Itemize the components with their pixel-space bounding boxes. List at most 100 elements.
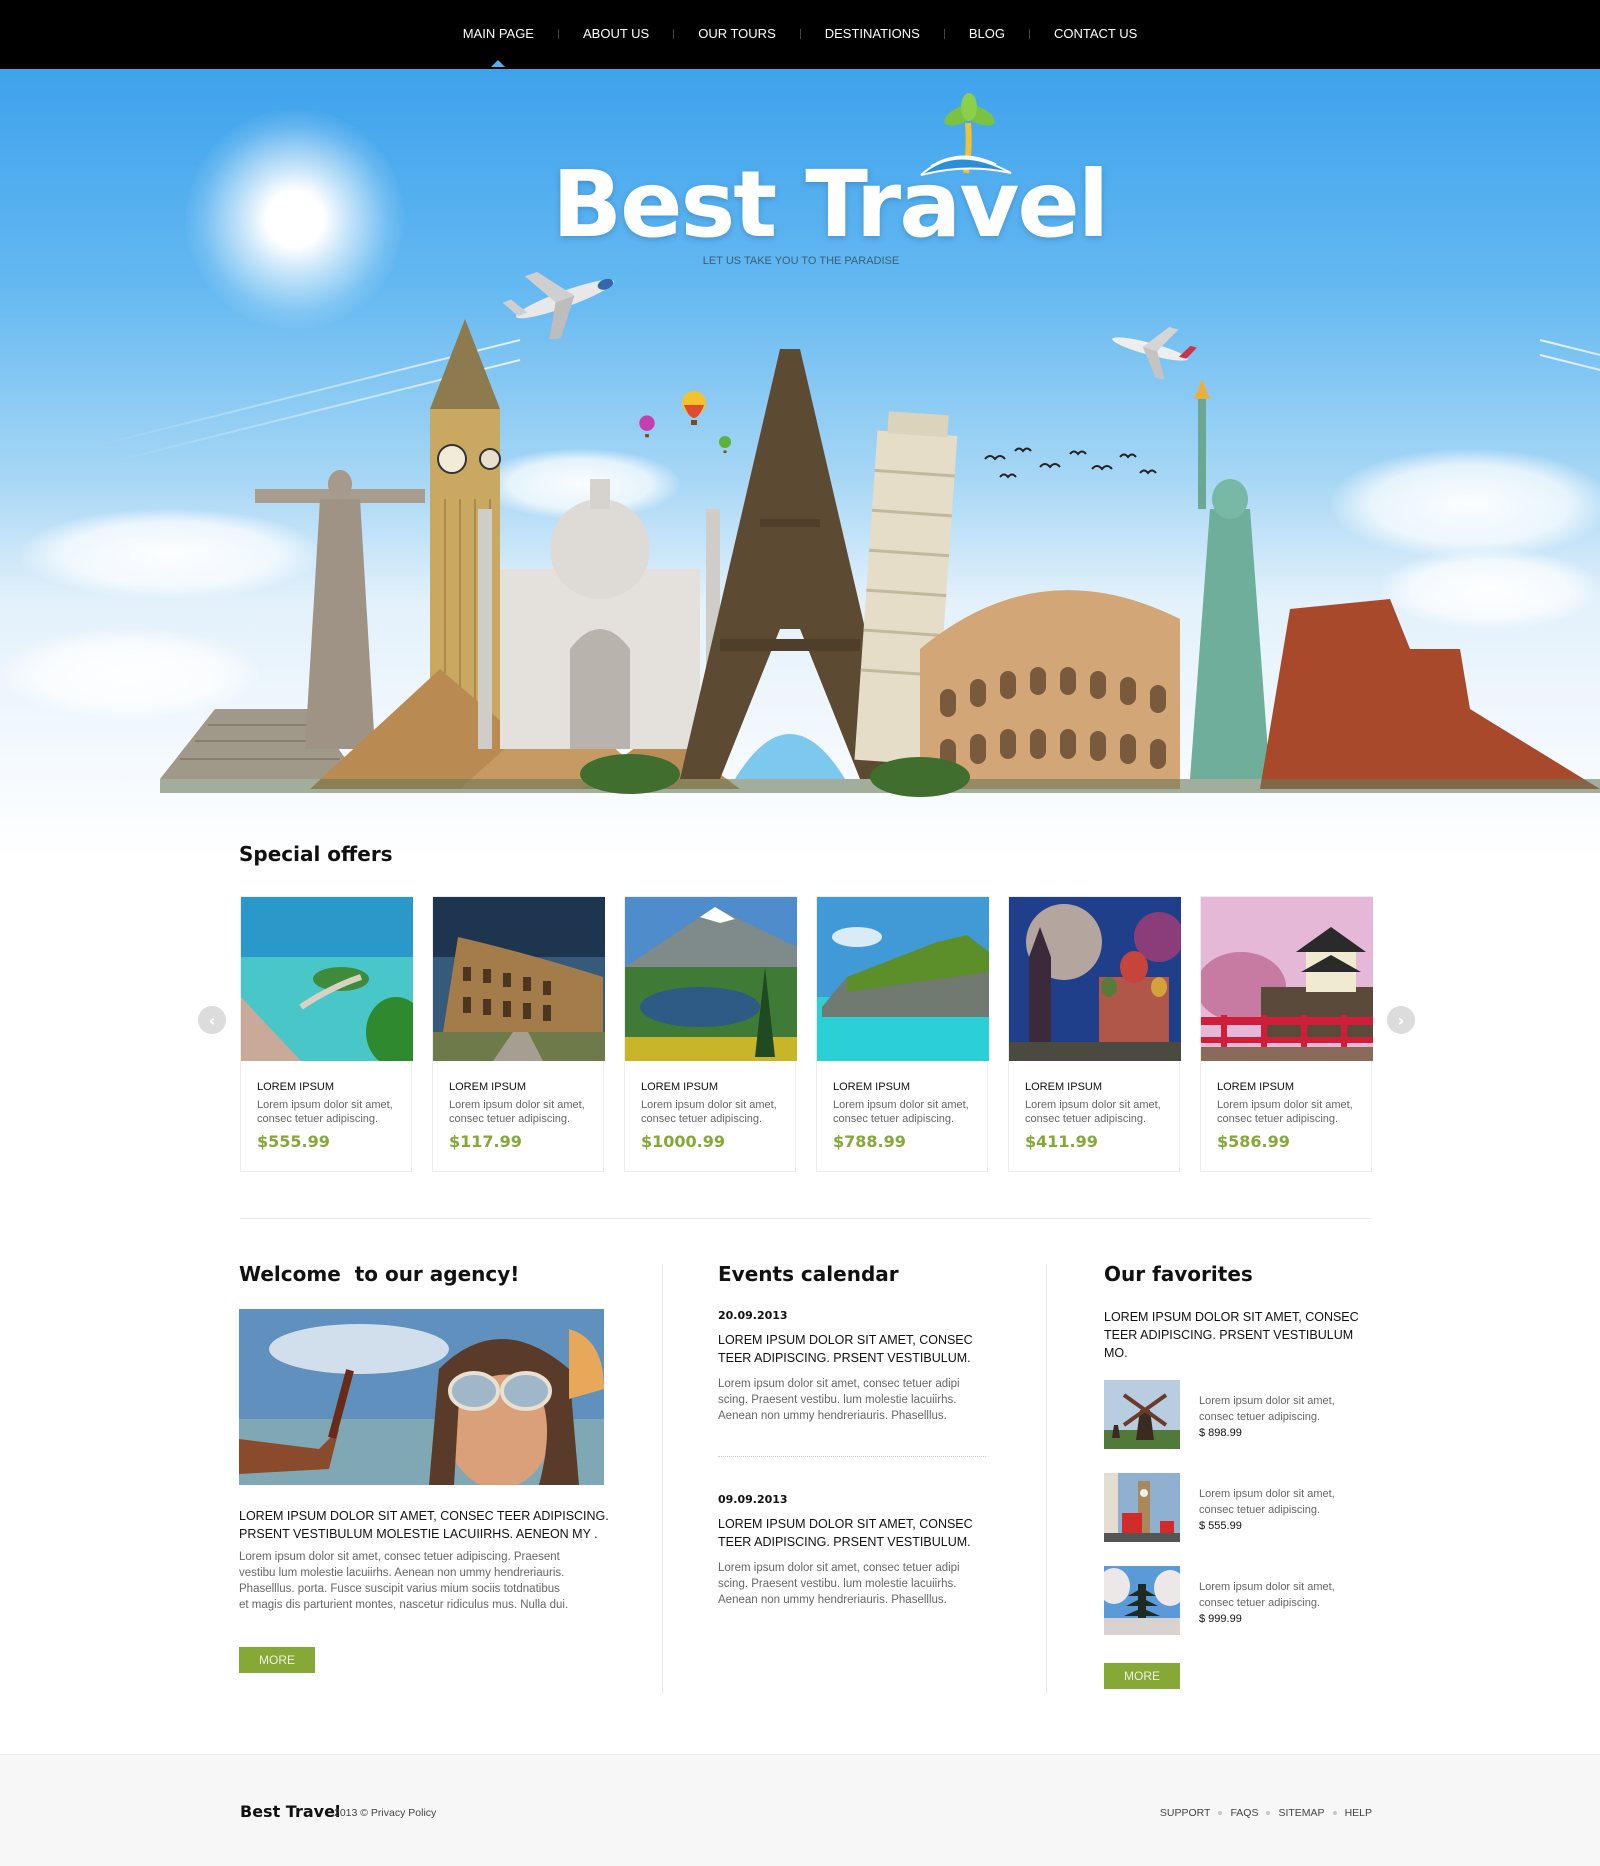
hero-banner: Best Travel LET US TAKE YOU TO THE PARAD… (0, 69, 1600, 929)
offer-image-colosseum (433, 897, 605, 1061)
favorite-description: consec tetuer adipiscing. (1199, 1504, 1321, 1516)
event-caps-line: TEER ADIPISCING. PRSENT VESTIBULUM. (718, 1351, 971, 1365)
footer-link-separator (1266, 1811, 1271, 1815)
offer-card[interactable]: LOREM IPSUM Lorem ipsum dolor sit amet, … (624, 896, 797, 1172)
favorites-section: Our favorites LOREM IPSUM DOLOR SIT AMET… (1104, 1262, 1374, 1689)
tagline: LET US TAKE YOU TO THE PARADISE (702, 255, 900, 267)
welcome-paragraph-line: vestibu lum molestie lacuiirhs. Aenean n… (239, 1567, 565, 1579)
event-description: Lorem ipsum dolor sit amet, consec tetue… (718, 1376, 1018, 1424)
favorites-caps-line: TEER ADIPISCING. PRSENT VESTIBULUM MO. (1104, 1328, 1354, 1360)
footer-link-help[interactable]: HELP (1345, 1807, 1372, 1819)
nav-blog[interactable]: BLOG (945, 26, 1029, 41)
footer-link-separator (1218, 1811, 1223, 1815)
offer-image-tropical-resort (241, 897, 413, 1061)
carousel-prev-button[interactable]: ‹ (198, 1006, 226, 1034)
offer-title: LOREM IPSUM (257, 1081, 335, 1093)
footer-links: SUPPORT FAQS SITEMAP HELP (1160, 1807, 1372, 1819)
offer-card[interactable]: LOREM IPSUM Lorem ipsum dolor sit amet, … (1200, 896, 1373, 1172)
nav-about-us[interactable]: ABOUT US (559, 26, 673, 41)
offer-card[interactable]: LOREM IPSUM Lorem ipsum dolor sit amet, … (1008, 896, 1181, 1172)
special-offers-title: Special offers (239, 842, 393, 866)
event-item: 20.09.2013 LOREM IPSUM DOLOR SIT AMET, C… (718, 1309, 1018, 1424)
event-description: Lorem ipsum dolor sit amet, consec tetue… (718, 1560, 1018, 1608)
event-separator (718, 1456, 986, 1457)
taj-mahal-graphic (478, 479, 720, 749)
offer-description: Lorem ipsum dolor sit amet, consec tetue… (1217, 1099, 1353, 1125)
footer-link-separator (1332, 1811, 1337, 1815)
event-description-line: Lorem ipsum dolor sit amet, consec tetue… (718, 1378, 960, 1390)
favorite-item[interactable]: Lorem ipsum dolor sit amet, consec tetue… (1104, 1473, 1374, 1542)
footer-link-sitemap[interactable]: SITEMAP (1278, 1807, 1324, 1819)
offer-description: Lorem ipsum dolor sit amet, consec tetue… (449, 1099, 585, 1125)
events-title: Events calendar (718, 1262, 899, 1286)
favorite-image-london (1104, 1473, 1180, 1542)
footer-link-faqs[interactable]: FAQS (1230, 1807, 1258, 1819)
offer-image-moscow-fireworks (1009, 897, 1181, 1061)
events-section: Events calendar 20.09.2013 LOREM IPSUM D… (718, 1262, 1018, 1608)
favorite-image-pagoda (1104, 1566, 1180, 1635)
favorite-description: Lorem ipsum dolor sit amet, (1199, 1488, 1335, 1500)
offer-price: $555.99 (257, 1132, 330, 1151)
section-divider (240, 1218, 1372, 1219)
welcome-section: Welcome to our agency! LOREM IPSUM DOLOR… (239, 1262, 619, 1673)
event-description-line: Aenean non ummy hendreriauris. Phaselllu… (718, 1594, 947, 1606)
monument-valley-graphic (1260, 599, 1600, 789)
event-description-line: Aenean non ummy hendreriauris. Phaselllu… (718, 1410, 947, 1422)
event-date: 20.09.2013 (718, 1309, 788, 1322)
welcome-paragraph-line: Phaselllus. porta. Fusce suscipit varius… (239, 1583, 560, 1595)
statue-of-liberty-graphic (1190, 379, 1270, 779)
favorite-item[interactable]: Lorem ipsum dolor sit amet, consec tetue… (1104, 1380, 1374, 1449)
colosseum-graphic (920, 590, 1180, 789)
nav-our-tours[interactable]: OUR TOURS (674, 26, 800, 41)
offer-price: $1000.99 (641, 1132, 726, 1151)
favorite-description: consec tetuer adipiscing. (1199, 1597, 1321, 1609)
favorites-more-button[interactable]: MORE (1104, 1663, 1180, 1689)
footer: Best Travel 2013 © Privacy Policy SUPPOR… (0, 1754, 1600, 1866)
event-item: 09.09.2013 LOREM IPSUM DOLOR SIT AMET, C… (718, 1493, 1018, 1608)
welcome-more-button[interactable]: MORE (239, 1647, 315, 1673)
offer-price: $788.99 (833, 1132, 906, 1151)
offer-description: Lorem ipsum dolor sit amet, consec tetue… (641, 1099, 777, 1125)
carousel-next-button[interactable]: › (1387, 1006, 1415, 1034)
event-caps-line: LOREM IPSUM DOLOR SIT AMET, CONSEC (718, 1333, 973, 1347)
welcome-image-beach-woman (239, 1309, 604, 1485)
favorite-description: consec tetuer adipiscing. (1199, 1411, 1321, 1423)
column-divider (662, 1264, 663, 1694)
favorite-price: $ 555.99 (1199, 1520, 1242, 1532)
event-description-line: Lorem ipsum dolor sit amet, consec tetue… (718, 1562, 960, 1574)
offer-description: Lorem ipsum dolor sit amet, consec tetue… (833, 1099, 969, 1125)
favorite-description: Lorem ipsum dolor sit amet, (1199, 1395, 1335, 1407)
nav-main-page[interactable]: MAIN PAGE (439, 26, 558, 67)
favorites-title: Our favorites (1104, 1262, 1253, 1286)
event-caps-line: TEER ADIPISCING. PRSENT VESTIBULUM. (718, 1535, 971, 1549)
offer-card[interactable]: LOREM IPSUM Lorem ipsum dolor sit amet, … (432, 896, 605, 1172)
favorite-price: $ 898.99 (1199, 1427, 1242, 1439)
chevron-right-icon: › (1397, 1010, 1405, 1030)
special-offers-carousel: LOREM IPSUM Lorem ipsum dolor sit amet, … (240, 896, 1373, 1172)
offer-title: LOREM IPSUM (1217, 1081, 1295, 1093)
event-caps-line: LOREM IPSUM DOLOR SIT AMET, CONSEC (718, 1517, 973, 1531)
footer-brand[interactable]: Best Travel (240, 1802, 340, 1821)
top-navigation: MAIN PAGE ABOUT US OUR TOURS DESTINATION… (0, 0, 1600, 69)
offer-card[interactable]: LOREM IPSUM Lorem ipsum dolor sit amet, … (816, 896, 989, 1172)
welcome-title: Welcome to our agency! (239, 1262, 520, 1286)
offer-image-japanese-castle (1201, 897, 1373, 1061)
offer-title: LOREM IPSUM (1025, 1081, 1103, 1093)
offer-card[interactable]: LOREM IPSUM Lorem ipsum dolor sit amet, … (240, 896, 413, 1172)
favorite-item[interactable]: Lorem ipsum dolor sit amet, consec tetue… (1104, 1566, 1374, 1635)
nav-destinations[interactable]: DESTINATIONS (801, 26, 944, 41)
offer-price: $117.99 (449, 1132, 522, 1151)
footer-copyright[interactable]: 2013 © Privacy Policy (334, 1807, 436, 1819)
welcome-paragraph-line: Lorem ipsum dolor sit amet, consec tetue… (239, 1551, 560, 1563)
sun-graphic (185, 109, 405, 329)
footer-link-support[interactable]: SUPPORT (1160, 1807, 1211, 1819)
favorites-caps-line: LOREM IPSUM DOLOR SIT AMET, CONSEC (1104, 1310, 1359, 1324)
welcome-caps-line: PRSENT VESTIBULUM MOLESTIE LACUIIRHS. AE… (239, 1527, 598, 1541)
offer-description: Lorem ipsum dolor sit amet, consec tetue… (257, 1099, 393, 1125)
welcome-caps-line: LOREM IPSUM DOLOR SIT AMET, CONSEC TEER … (239, 1509, 609, 1523)
offer-title: LOREM IPSUM (641, 1081, 719, 1093)
event-description-line: scing. Praesent vestibu. lum molestie la… (718, 1578, 957, 1590)
offer-description: Lorem ipsum dolor sit amet, consec tetue… (1025, 1099, 1161, 1125)
site-logo[interactable]: Best Travel (552, 159, 1109, 251)
nav-contact-us[interactable]: CONTACT US (1030, 26, 1161, 41)
